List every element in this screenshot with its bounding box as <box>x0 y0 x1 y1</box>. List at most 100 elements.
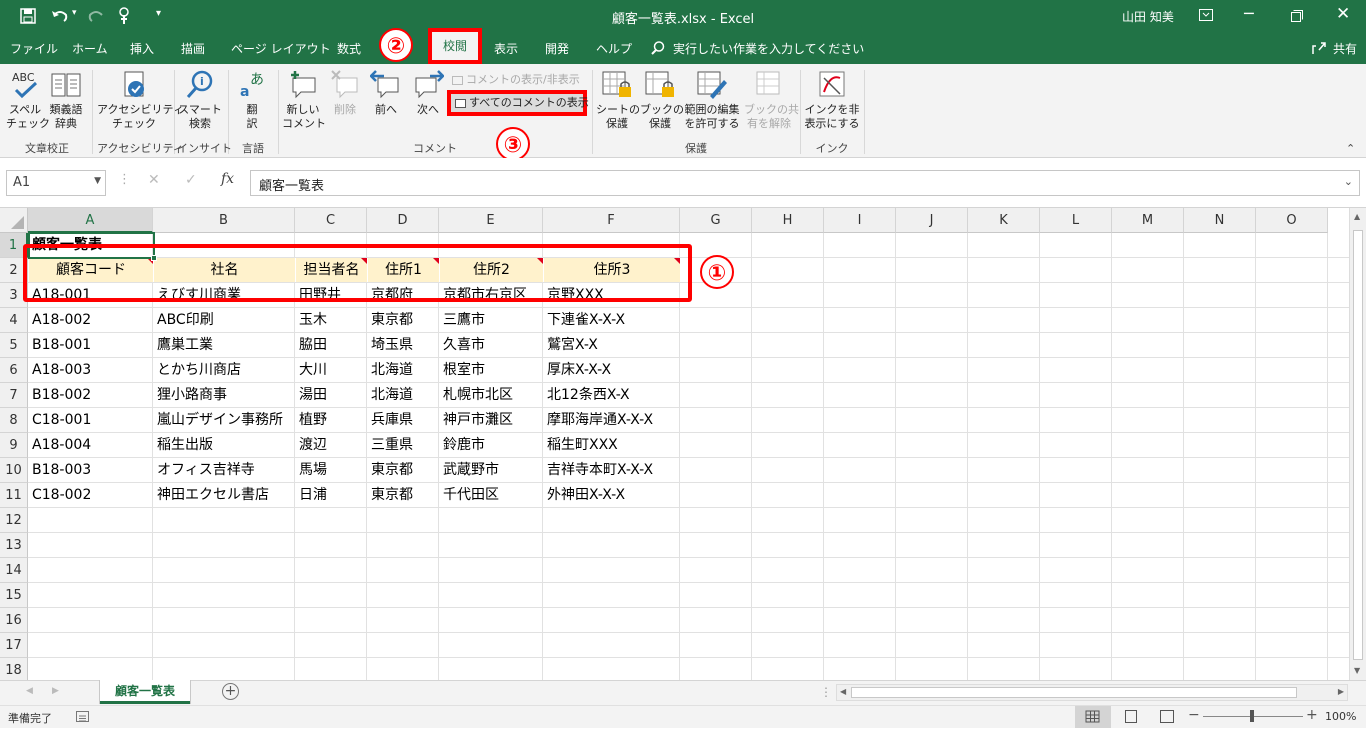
row-header-12[interactable]: 12 <box>0 508 28 533</box>
column-header-c[interactable]: C <box>295 208 367 233</box>
tab-view[interactable]: 表示 <box>494 40 518 57</box>
protect-sheet-button[interactable]: シートの 保護 <box>596 70 640 131</box>
add-sheet-icon[interactable]: + <box>222 683 239 700</box>
table-cell[interactable]: 脇田 <box>296 333 327 358</box>
row-header-15[interactable]: 15 <box>0 583 28 608</box>
table-cell[interactable]: 千代田区 <box>440 483 499 508</box>
table-cell[interactable]: 東京都 <box>368 308 413 333</box>
hide-ink-button[interactable]: インクを非 表示にする <box>804 70 860 131</box>
table-cell[interactable]: 鈴鹿市 <box>440 433 485 458</box>
show-all-comments-button[interactable]: すべてのコメントの表示 <box>447 90 589 116</box>
table-cell[interactable]: 馬場 <box>296 458 327 483</box>
row-header-7[interactable]: 7 <box>0 383 28 408</box>
column-header-i[interactable]: I <box>824 208 896 233</box>
column-header-b[interactable]: B <box>153 208 295 233</box>
column-header-g[interactable]: G <box>680 208 752 233</box>
table-cell[interactable]: 日浦 <box>296 483 327 508</box>
column-header-l[interactable]: L <box>1040 208 1112 233</box>
thesaurus-button[interactable]: 類義語 辞典 <box>46 70 86 131</box>
table-cell[interactable]: A18-004 <box>29 433 91 458</box>
scroll-sheets-left-icon[interactable]: ◀ <box>26 686 33 696</box>
table-cell[interactable]: 久喜市 <box>440 333 485 358</box>
table-cell[interactable]: 北12条西X-X <box>544 383 630 408</box>
table-cell[interactable]: A18-003 <box>29 358 91 383</box>
tab-draw[interactable]: 描画 <box>181 40 205 57</box>
protect-workbook-button[interactable]: ブックの 保護 <box>640 70 684 131</box>
page-break-view-icon[interactable] <box>1160 710 1174 723</box>
table-cell[interactable]: 札幌市北区 <box>440 383 513 408</box>
horizontal-scrollbar[interactable]: ◀ ▶ <box>836 684 1348 701</box>
insert-function-icon[interactable]: fx <box>221 171 234 187</box>
share-button[interactable]: 共有 <box>1333 40 1357 57</box>
row-header-17[interactable]: 17 <box>0 633 28 658</box>
vertical-scrollbar[interactable]: ▲ ▼ <box>1349 208 1366 680</box>
formula-input[interactable]: 顧客一覧表 ⌄ <box>250 170 1360 196</box>
expand-formula-bar-icon[interactable]: ⌄ <box>1344 175 1353 188</box>
table-cell[interactable]: 摩耶海岸通X-X-X <box>544 408 653 433</box>
table-cell[interactable]: 武蔵野市 <box>440 458 499 483</box>
zoom-out-icon[interactable]: − <box>1188 707 1200 723</box>
tab-page-layout[interactable]: ページ レイアウト <box>231 40 331 57</box>
tab-developer[interactable]: 開発 <box>545 40 569 57</box>
name-box[interactable]: A1 ▼ <box>6 170 106 196</box>
table-cell[interactable]: 狸小路商事 <box>154 383 227 408</box>
row-header-8[interactable]: 8 <box>0 408 28 433</box>
table-cell[interactable]: 下連雀X-X-X <box>544 308 625 333</box>
zoom-slider-thumb[interactable] <box>1250 710 1254 722</box>
table-cell[interactable]: 東京都 <box>368 483 413 508</box>
table-cell[interactable]: B18-001 <box>29 333 91 358</box>
table-cell[interactable]: C18-001 <box>29 408 91 433</box>
table-cell[interactable]: 嵐山デザイン事務所 <box>154 408 283 433</box>
smart-lookup-button[interactable]: i スマート 検索 <box>177 70 223 131</box>
table-cell[interactable]: 三重県 <box>368 433 413 458</box>
column-header-j[interactable]: J <box>896 208 968 233</box>
table-cell[interactable]: 神戸市灘区 <box>440 408 513 433</box>
ribbon-display-options-icon[interactable] <box>1199 9 1213 21</box>
table-cell[interactable]: C18-002 <box>29 483 91 508</box>
table-cell[interactable]: 鷲宮X-X <box>544 333 598 358</box>
tab-review[interactable]: 校閲 <box>428 28 482 64</box>
table-cell[interactable]: 稲生町XXX <box>544 433 618 458</box>
row-header-16[interactable]: 16 <box>0 608 28 633</box>
table-cell[interactable]: 埼玉県 <box>368 333 413 358</box>
table-cell[interactable]: ABC印刷 <box>154 308 214 333</box>
allow-edit-ranges-button[interactable]: 範囲の編集 を許可する <box>682 70 742 131</box>
column-header-e[interactable]: E <box>439 208 543 233</box>
scroll-up-icon[interactable]: ▲ <box>1354 212 1360 221</box>
scroll-left-icon[interactable]: ◀ <box>840 687 846 696</box>
tab-file[interactable]: ファイル <box>10 40 58 57</box>
table-cell[interactable]: 北海道 <box>368 358 413 383</box>
column-header-f[interactable]: F <box>543 208 680 233</box>
table-cell[interactable]: B18-002 <box>29 383 91 408</box>
tab-split-grip-icon[interactable]: ⋮ <box>820 685 832 699</box>
page-layout-view-icon[interactable] <box>1125 710 1137 723</box>
column-header-d[interactable]: D <box>367 208 439 233</box>
restore-button[interactable] <box>1291 10 1303 22</box>
column-header-a[interactable]: A <box>28 208 153 233</box>
table-cell[interactable]: とかち川商店 <box>154 358 241 383</box>
vertical-scroll-thumb[interactable] <box>1353 230 1363 660</box>
table-cell[interactable]: 玉木 <box>296 308 327 333</box>
select-all-corner[interactable] <box>0 208 28 233</box>
tell-me-input[interactable]: 実行したい作業を入力してください <box>673 40 864 57</box>
next-comment-button[interactable]: 次へ <box>409 70 447 117</box>
row-header-5[interactable]: 5 <box>0 333 28 358</box>
table-cell[interactable]: 北海道 <box>368 383 413 408</box>
table-cell[interactable]: 吉祥寺本町X-X-X <box>544 458 653 483</box>
table-cell[interactable]: 植野 <box>296 408 327 433</box>
row-header-18[interactable]: 18 <box>0 658 28 680</box>
row-header-14[interactable]: 14 <box>0 558 28 583</box>
column-header-h[interactable]: H <box>752 208 824 233</box>
tab-formulas[interactable]: 数式 <box>337 40 361 57</box>
tab-help[interactable]: ヘルプ <box>596 40 632 57</box>
row-header-6[interactable]: 6 <box>0 358 28 383</box>
view-normal-button[interactable] <box>1075 706 1111 728</box>
spelling-button[interactable]: ABC スペル チェック <box>6 70 50 131</box>
minimize-button[interactable]: ─ <box>1244 4 1254 23</box>
row-header-9[interactable]: 9 <box>0 433 28 458</box>
table-cell[interactable]: B18-003 <box>29 458 91 483</box>
table-cell[interactable]: オフィス吉祥寺 <box>154 458 255 483</box>
table-cell[interactable]: 根室市 <box>440 358 485 383</box>
row-header-11[interactable]: 11 <box>0 483 28 508</box>
zoom-in-icon[interactable]: + <box>1306 707 1318 723</box>
